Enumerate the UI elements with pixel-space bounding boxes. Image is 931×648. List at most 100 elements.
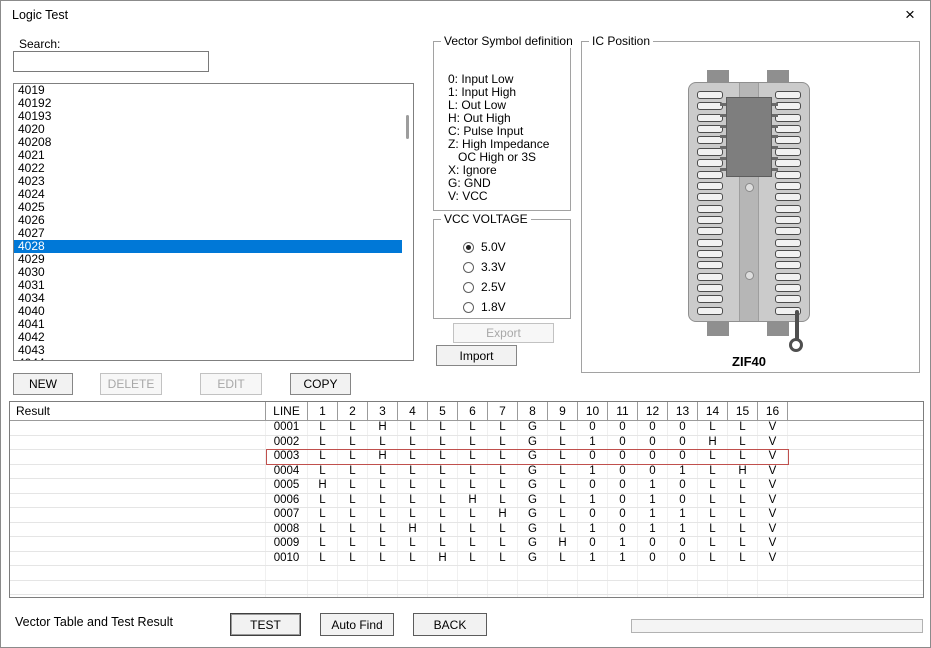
- table-row[interactable]: 0008LLLHLLLGL1011LLV: [10, 523, 923, 538]
- device-list-item[interactable]: 4044: [14, 357, 402, 361]
- vcc-option-5-0V[interactable]: 5.0V: [434, 237, 570, 257]
- radio-icon[interactable]: [463, 262, 474, 273]
- vector-cell: 1: [578, 523, 608, 537]
- vector-cell: [608, 595, 638, 598]
- chip-pin: [720, 125, 726, 128]
- chip-pin: [772, 135, 778, 138]
- zif-pin-slot: [697, 171, 723, 179]
- row-filler: [788, 508, 923, 522]
- zif-pin-slot: [775, 273, 801, 281]
- vector-cell: L: [308, 465, 338, 479]
- device-list[interactable]: 4019401924019340204020840214022402340244…: [13, 83, 414, 361]
- radio-icon[interactable]: [463, 282, 474, 293]
- vector-cell: 0: [638, 537, 668, 551]
- chip-pin: [720, 146, 726, 149]
- device-list-scrollbar[interactable]: [402, 84, 413, 360]
- table-row[interactable]: 0010LLLLHLLGL1100LLV: [10, 552, 923, 567]
- device-list-item[interactable]: 4040: [14, 305, 402, 318]
- line-number-cell: 0005: [266, 479, 308, 493]
- vcc-option-2-5V[interactable]: 2.5V: [434, 277, 570, 297]
- edit-button[interactable]: EDIT: [200, 373, 262, 395]
- table-row[interactable]: 0007LLLLLLHGL0011LLV: [10, 508, 923, 523]
- vector-cell: L: [368, 494, 398, 508]
- search-input[interactable]: [13, 51, 209, 72]
- vector-cell: L: [398, 537, 428, 551]
- vector-cell: 1: [668, 508, 698, 522]
- vector-cell: [518, 566, 548, 580]
- device-list-item[interactable]: 4029: [14, 253, 402, 266]
- vector-cell: L: [398, 450, 428, 464]
- vector-cell: V: [758, 552, 788, 566]
- device-list-item[interactable]: 40193: [14, 110, 402, 123]
- vector-cell: H: [368, 450, 398, 464]
- close-icon[interactable]: ×: [898, 4, 922, 26]
- device-list-item[interactable]: 4043: [14, 344, 402, 357]
- device-list-item[interactable]: 4031: [14, 279, 402, 292]
- pin-column-header: 15: [728, 402, 758, 420]
- auto-find-button[interactable]: Auto Find: [320, 613, 394, 636]
- vcc-voltage-groupbox: VCC VOLTAGE 5.0V3.3V2.5V1.8V: [433, 219, 571, 319]
- device-list-item[interactable]: 4023: [14, 175, 402, 188]
- vector-cell: L: [728, 479, 758, 493]
- device-list-item[interactable]: 40208: [14, 136, 402, 149]
- device-list-item[interactable]: 4021: [14, 149, 402, 162]
- vector-cell: V: [758, 537, 788, 551]
- table-row[interactable]: 0001LLHLLLLGL0000LLV: [10, 421, 923, 436]
- table-row[interactable]: 0003LLHLLLLGL0000LLV: [10, 450, 923, 465]
- device-list-item[interactable]: 4042: [14, 331, 402, 344]
- table-row[interactable]: 0006LLLLLHLGL1010LLV: [10, 494, 923, 509]
- device-list-item[interactable]: 4022: [14, 162, 402, 175]
- vector-cell: [458, 581, 488, 595]
- table-row[interactable]: 0002LLLLLLLGL1000HLV: [10, 436, 923, 451]
- back-button[interactable]: BACK: [413, 613, 487, 636]
- device-list-item[interactable]: 4034: [14, 292, 402, 305]
- device-list-item[interactable]: 4025: [14, 201, 402, 214]
- radio-icon[interactable]: [463, 302, 474, 313]
- device-list-item[interactable]: 4041: [14, 318, 402, 331]
- vector-cell: 1: [578, 494, 608, 508]
- vector-cell: L: [398, 508, 428, 522]
- row-left-space: [10, 436, 266, 450]
- vector-cell: L: [548, 436, 578, 450]
- export-button[interactable]: Export: [453, 323, 554, 343]
- row-filler: [788, 552, 923, 566]
- line-number-cell: 0008: [266, 523, 308, 537]
- chip-pins-right: [772, 103, 778, 171]
- test-button[interactable]: TEST: [230, 613, 301, 636]
- scrollbar-thumb[interactable]: [406, 115, 409, 139]
- vcc-option-1-8V[interactable]: 1.8V: [434, 297, 570, 317]
- vector-cell: [428, 566, 458, 580]
- vector-cell: G: [518, 479, 548, 493]
- copy-button[interactable]: COPY: [290, 373, 351, 395]
- line-number-cell: 0001: [266, 421, 308, 435]
- new-button[interactable]: NEW: [13, 373, 73, 395]
- table-row[interactable]: 0009LLLLLLLGH0100LLV: [10, 537, 923, 552]
- zif-pin-slot: [775, 284, 801, 292]
- import-button[interactable]: Import: [436, 345, 517, 366]
- device-list-item[interactable]: 4027: [14, 227, 402, 240]
- vector-cell: L: [338, 508, 368, 522]
- device-list-item[interactable]: 4028: [14, 240, 402, 253]
- vector-cell: 0: [668, 537, 698, 551]
- device-list-item[interactable]: 4026: [14, 214, 402, 227]
- pin-column-header: 10: [578, 402, 608, 420]
- device-list-item[interactable]: 4020: [14, 123, 402, 136]
- vector-cell: L: [308, 537, 338, 551]
- screw-hole-bottom: [745, 271, 754, 280]
- vector-cell: [578, 566, 608, 580]
- chip-pin: [772, 157, 778, 160]
- device-list-item[interactable]: 4024: [14, 188, 402, 201]
- row-filler: [788, 581, 923, 595]
- vector-cell: [398, 581, 428, 595]
- chip-pin: [720, 157, 726, 160]
- device-list-item[interactable]: 40192: [14, 97, 402, 110]
- vector-cell: [698, 566, 728, 580]
- table-row[interactable]: 0005HLLLLLLGL0010LLV: [10, 479, 923, 494]
- device-list-item[interactable]: 4019: [14, 84, 402, 97]
- vcc-option-3-3V[interactable]: 3.3V: [434, 257, 570, 277]
- table-row-empty: [10, 566, 923, 581]
- table-row[interactable]: 0004LLLLLLLGL1001LHV: [10, 465, 923, 480]
- delete-button[interactable]: DELETE: [100, 373, 162, 395]
- device-list-item[interactable]: 4030: [14, 266, 402, 279]
- radio-icon[interactable]: [463, 242, 474, 253]
